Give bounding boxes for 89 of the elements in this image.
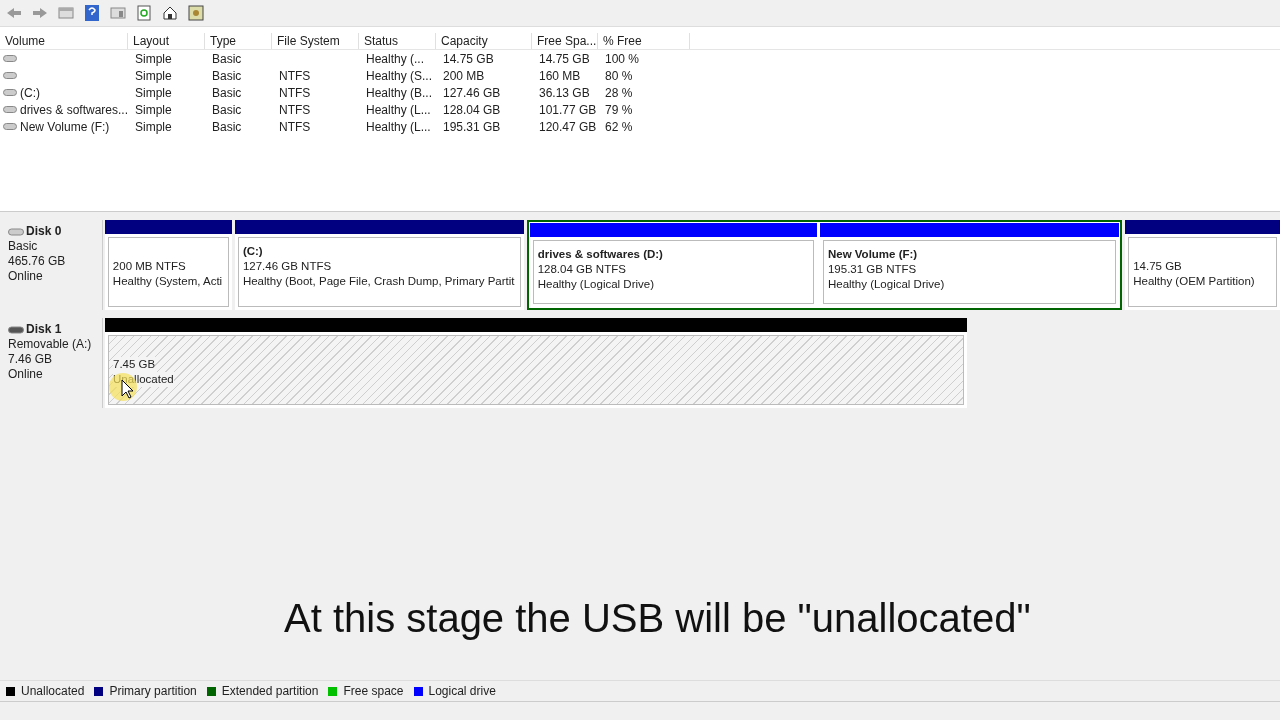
table-cell: Healthy (L...	[366, 119, 431, 134]
table-cell: Simple	[135, 68, 172, 83]
partition-panel[interactable]: New Volume (F:) 195.31 GB NTFS Healthy (Logical Drive)	[822, 240, 1117, 304]
caption: At this stage the USB will be "unallocated"	[284, 596, 1031, 641]
volume-icon	[3, 72, 17, 79]
disk-info: Basic	[8, 239, 39, 254]
table-cell: 62 %	[605, 119, 633, 134]
table-cell: 14.75 GB	[539, 51, 590, 66]
partition-panel[interactable]: 7.45 GB Unallocated	[108, 335, 964, 405]
table-cell: 195.31 GB	[443, 119, 501, 134]
legend-label: Logical drive	[428, 684, 496, 698]
column-header[interactable]: Status	[359, 33, 436, 49]
table-cell: Basic	[212, 51, 242, 66]
partition-status: Healthy (Logical Drive)	[537, 277, 654, 292]
partition-panel[interactable]: 14.75 GB Healthy (OEM Partition)	[1128, 237, 1277, 307]
disk-info: 7.46 GB	[8, 352, 54, 367]
table-cell: NTFS	[279, 119, 311, 134]
table-cell: Healthy (S...	[366, 68, 433, 83]
table-cell: 101.77 GB	[539, 102, 597, 117]
partition-size: 200 MB NTFS	[112, 259, 186, 274]
disk-info: Online	[8, 367, 44, 382]
partition-size: 128.04 GB NTFS	[537, 262, 626, 277]
partition-size: 127.46 GB NTFS	[242, 259, 332, 274]
table-cell: Healthy (B...	[366, 85, 433, 100]
partition-panel[interactable]: (C:) 127.46 GB NTFS Healthy (Boot, Page File, Crash Dump, Primary Partit	[237, 237, 521, 307]
table-cell: Healthy (...	[366, 51, 425, 66]
table-cell: Simple	[135, 85, 172, 100]
partition-size: 7.45 GB	[113, 357, 156, 372]
table-cell: NTFS	[279, 102, 311, 117]
volume-icon	[3, 89, 17, 96]
settings-button[interactable]	[186, 3, 206, 23]
disk-name: Disk 1	[26, 322, 62, 337]
partition-status: Healthy (Logical Drive)	[827, 277, 945, 292]
refresh-button[interactable]	[134, 3, 154, 23]
partition-panel[interactable]: 200 MB NTFS Healthy (System, Acti	[107, 237, 229, 307]
table-cell: New Volume (F:)	[20, 119, 110, 134]
partition-size: 14.75 GB	[1133, 259, 1182, 274]
legend-label: Free space	[343, 684, 404, 698]
help-button[interactable]	[82, 3, 102, 23]
table-cell: 160 MB	[539, 68, 581, 83]
table-cell: 80 %	[605, 68, 633, 83]
partition-status: Healthy (System, Acti	[112, 274, 223, 289]
table-cell: (C:)	[20, 85, 40, 100]
partition-status: Healthy (OEM Partition)	[1133, 274, 1255, 289]
disk-info: Removable (A:)	[8, 337, 93, 352]
table-cell: NTFS	[279, 68, 311, 83]
volume-icon	[3, 55, 17, 62]
table-cell: 200 MB	[443, 68, 485, 83]
column-header[interactable]: Capacity	[436, 33, 532, 49]
column-header[interactable]: File System	[272, 33, 359, 49]
table-cell: NTFS	[279, 85, 311, 100]
table-cell: 28 %	[605, 85, 633, 100]
table-cell: Basic	[212, 102, 242, 117]
volume-icon	[3, 123, 17, 130]
partition-title: drives & softwares (D:)	[537, 247, 663, 262]
disk-name: Disk 0	[26, 224, 62, 239]
partition-status: Healthy (Boot, Page File, Crash Dump, Primary Partit	[242, 274, 515, 289]
table-cell: 79 %	[605, 102, 633, 117]
disk-info: Online	[8, 269, 44, 284]
partition-title: New Volume (F:)	[827, 247, 918, 262]
back-arrow-icon	[6, 7, 22, 19]
table-cell: 128.04 GB	[443, 102, 501, 117]
volume-icon	[3, 106, 17, 113]
forward-arrow-icon	[32, 7, 48, 19]
table-cell: Simple	[135, 51, 172, 66]
table-cell: 127.46 GB	[443, 85, 501, 100]
table-cell: Healthy (L...	[366, 102, 431, 117]
legend-label: Primary partition	[109, 684, 197, 698]
table-cell: Simple	[135, 119, 172, 134]
table-cell: Basic	[212, 85, 242, 100]
legend-label: Unallocated	[21, 684, 85, 698]
table-cell: Basic	[212, 119, 242, 134]
table-cell: drives & softwares...	[19, 102, 128, 117]
partition-size: 195.31 GB NTFS	[827, 262, 917, 277]
disk-info: 465.76 GB	[8, 254, 67, 269]
column-header[interactable]: Type	[205, 33, 272, 49]
table-cell: 14.75 GB	[443, 51, 494, 66]
table-cell: 36.13 GB	[539, 85, 590, 100]
table-cell: 120.47 GB	[539, 119, 597, 134]
legend-label: Extended partition	[221, 684, 319, 698]
table-cell: Simple	[135, 102, 172, 117]
partition-panel[interactable]: drives & softwares (D:) 128.04 GB NTFS Healthy (Logical Drive)	[532, 240, 814, 304]
column-header[interactable]: Free Spa...	[532, 33, 598, 49]
partition-title: (C:)	[242, 244, 263, 259]
column-header[interactable]: Volume	[0, 33, 128, 49]
table-cell: 100 %	[605, 51, 640, 66]
table-cell: Basic	[212, 68, 242, 83]
column-header[interactable]: % Free	[598, 33, 690, 49]
column-header[interactable]: Layout	[128, 33, 205, 49]
